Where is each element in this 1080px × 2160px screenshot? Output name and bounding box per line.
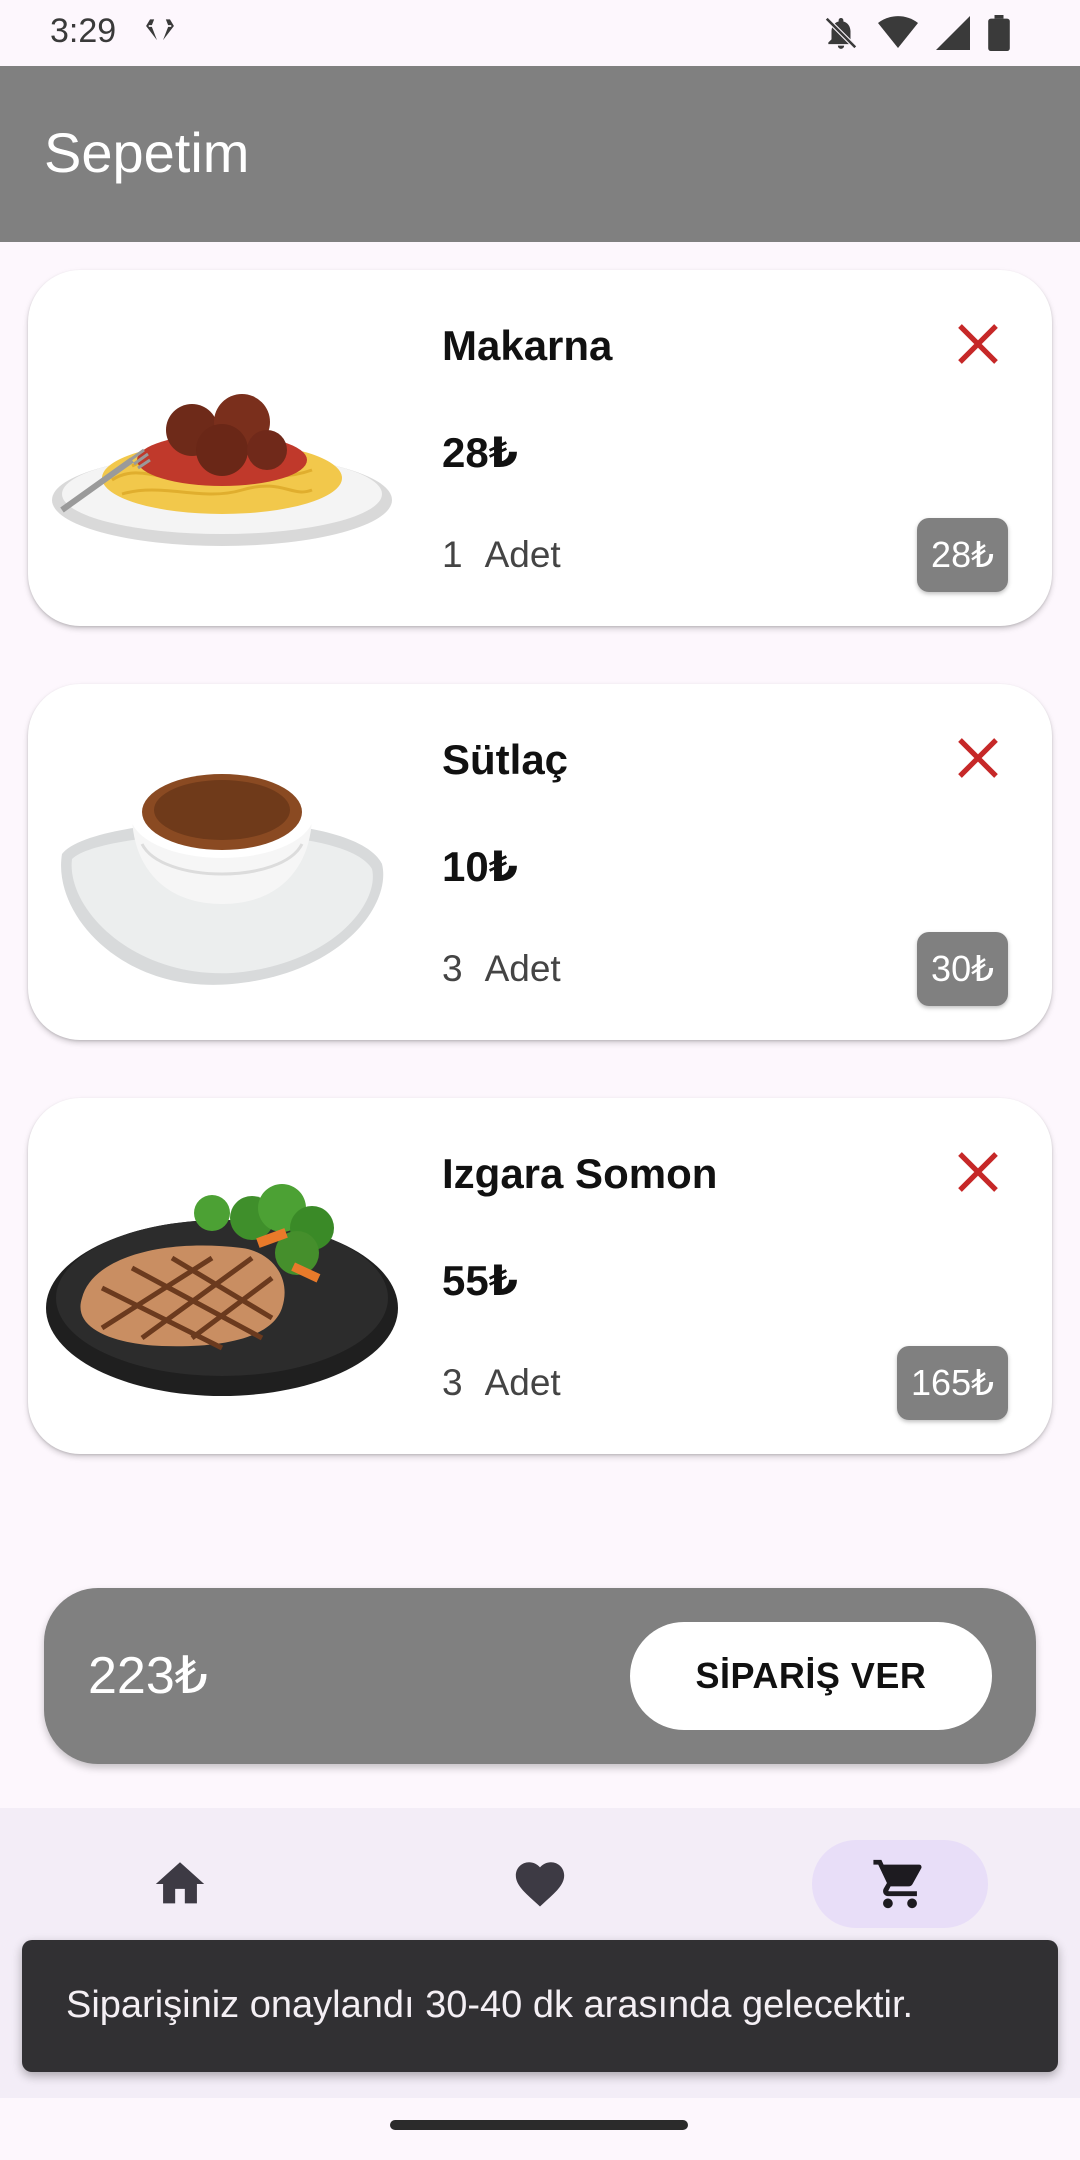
remove-item-icon[interactable] <box>954 1148 1002 1196</box>
remove-item-icon[interactable] <box>954 320 1002 368</box>
total-bar: 223₺ SİPARİŞ VER <box>44 1588 1036 1764</box>
item-name: Makarna <box>442 322 613 369</box>
item-price: 28₺ <box>442 429 518 476</box>
signal-icon <box>936 16 970 50</box>
heart-icon <box>515 1862 565 1907</box>
item-price: 10₺ <box>442 843 518 890</box>
gesture-home-indicator[interactable] <box>390 2120 688 2130</box>
quantity-unit: Adet <box>484 1362 561 1403</box>
grilled-salmon-image <box>46 1184 398 1396</box>
cart-item-card: Izgara Somon 55₺ 3 Adet 165₺ <box>28 1098 1052 1454</box>
cart-item-card: Makarna 28₺ 1 Adet 28₺ <box>28 270 1052 626</box>
quantity-value: 3 <box>442 948 463 989</box>
item-name: Sütlaç <box>442 736 569 783</box>
spaghetti-meatballs-image <box>52 394 392 546</box>
home-icon <box>155 1862 205 1904</box>
battery-icon <box>988 15 1010 51</box>
snackbar: Siparişiniz onaylandı 30-40 dk arasında … <box>22 1940 1058 2072</box>
status-time: 3:29 <box>50 12 117 50</box>
app-bar: Sepetim <box>0 66 1080 242</box>
total-amount: 223₺ <box>88 1647 208 1705</box>
line-total-badge: 28₺ <box>917 518 1008 592</box>
line-total-badge: 165₺ <box>897 1346 1008 1420</box>
cart-icon <box>873 1859 922 1909</box>
cart-item-card: Sütlaç 10₺ 3 Adet 30₺ <box>28 684 1052 1040</box>
item-quantity: 1 Adet <box>442 534 561 576</box>
item-price: 55₺ <box>442 1257 518 1304</box>
quantity-value: 3 <box>442 1362 463 1403</box>
line-total-badge: 30₺ <box>917 932 1008 1006</box>
page-title: Sepetim <box>44 121 250 184</box>
item-quantity: 3 Adet <box>442 948 561 990</box>
gem-icon <box>143 17 177 49</box>
nav-item-cart[interactable] <box>812 1840 988 1928</box>
status-bar: 3:29 <box>0 0 1080 66</box>
nav-item-favorites[interactable] <box>452 1840 628 1928</box>
remove-item-icon[interactable] <box>954 734 1002 782</box>
nav-item-home[interactable] <box>92 1840 268 1928</box>
snackbar-message: Siparişiniz onaylandı 30-40 dk arasında … <box>66 1984 914 2026</box>
quantity-unit: Adet <box>484 534 561 575</box>
quantity-unit: Adet <box>484 948 561 989</box>
quantity-value: 1 <box>442 534 463 575</box>
notifications-off-icon <box>825 17 857 49</box>
place-order-button[interactable]: SİPARİŞ VER <box>630 1622 992 1730</box>
wifi-icon <box>878 16 918 48</box>
item-name: Izgara Somon <box>442 1150 718 1197</box>
item-quantity: 3 Adet <box>442 1362 561 1404</box>
rice-pudding-image <box>61 770 384 985</box>
